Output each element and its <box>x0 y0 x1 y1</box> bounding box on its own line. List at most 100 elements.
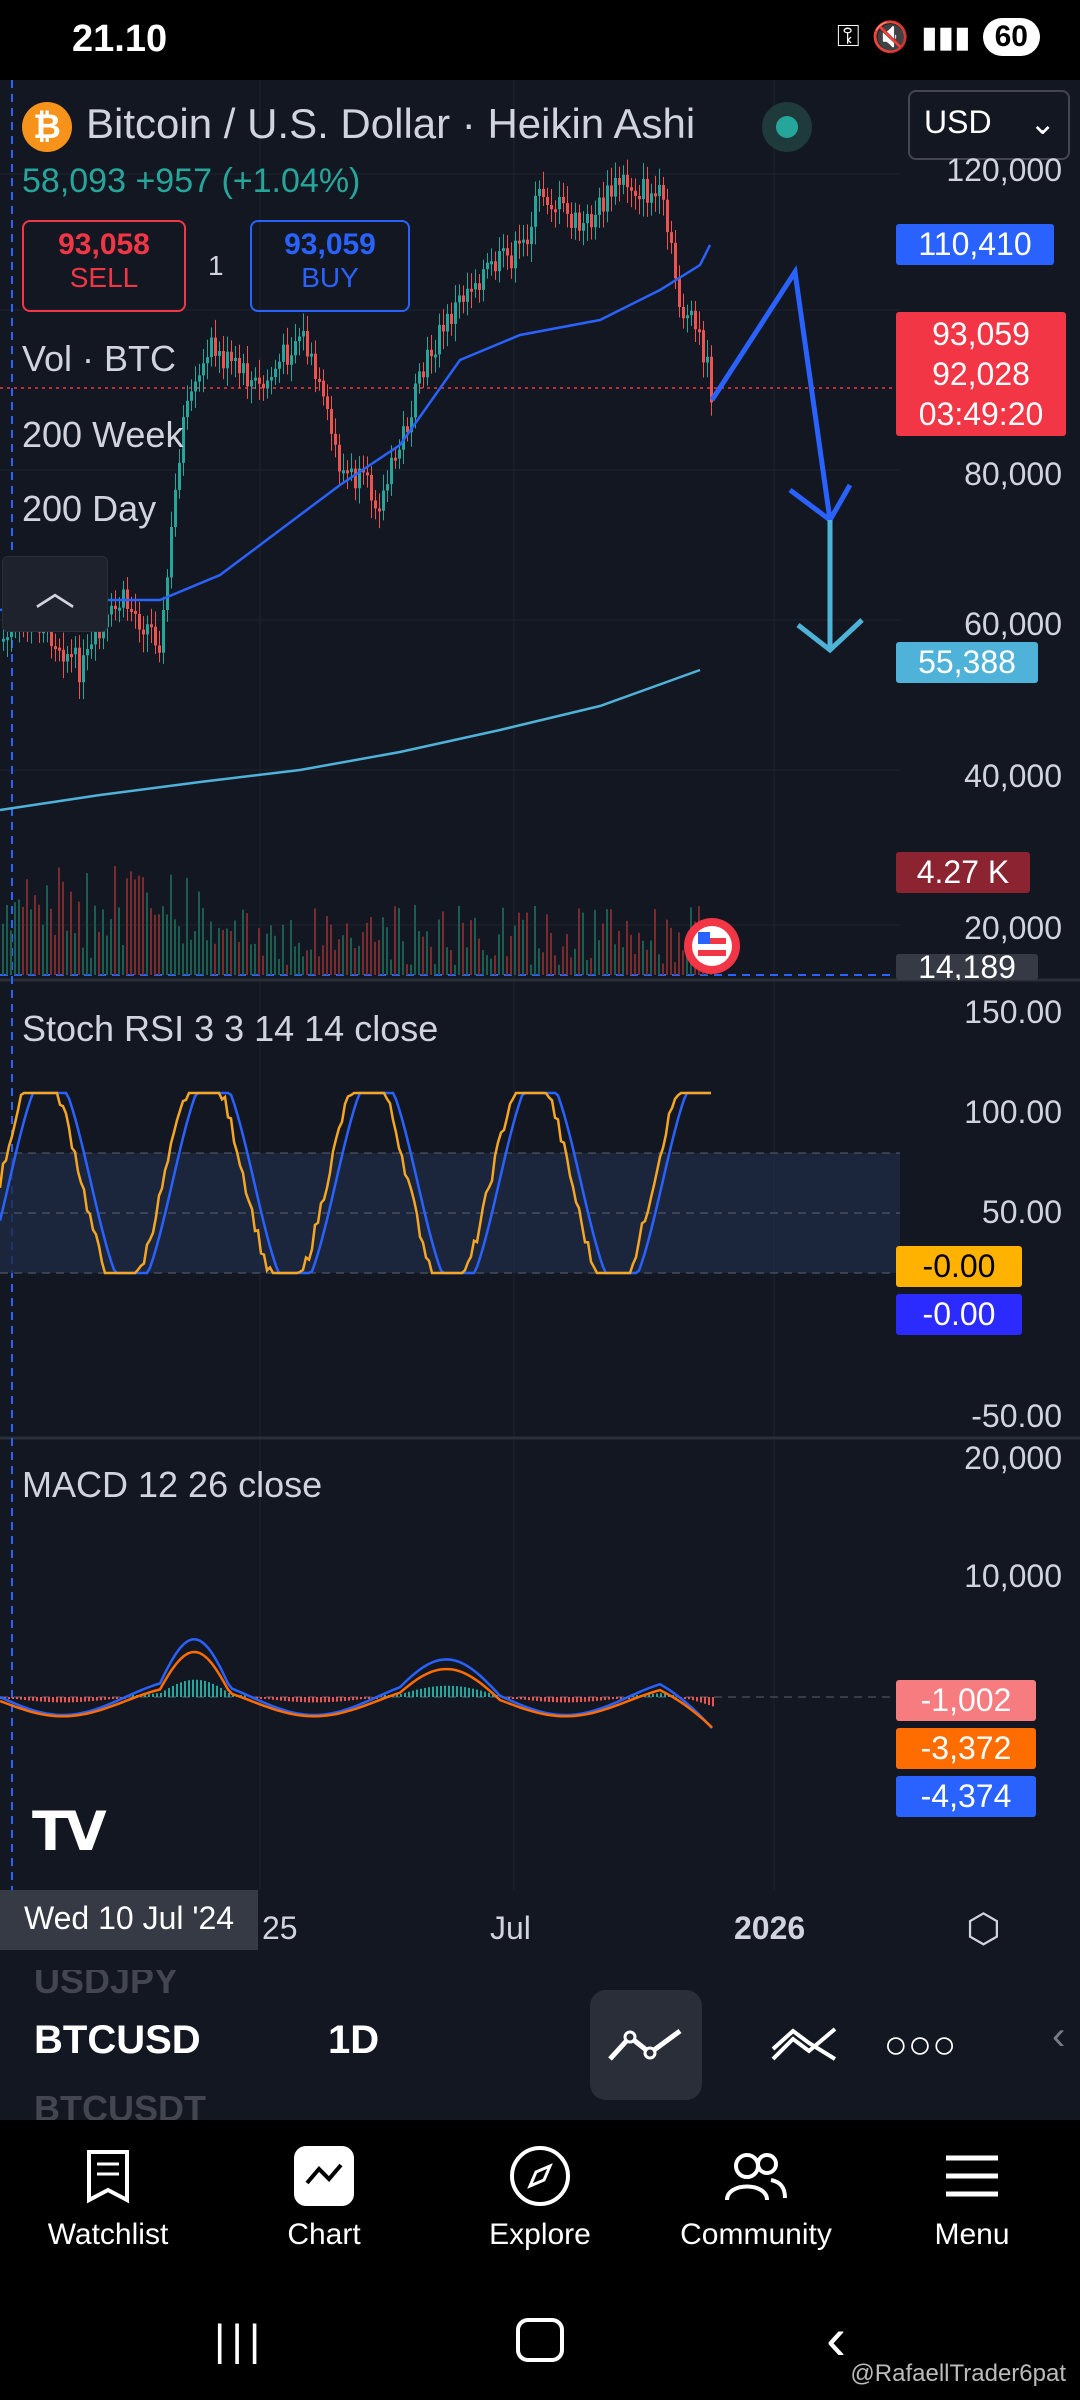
macd-title[interactable]: MACD 12 26 close <box>22 1464 322 1506</box>
chevron-up-icon: ︿ <box>35 570 75 614</box>
macd-hist-bar <box>652 1693 654 1697</box>
candle-body <box>286 344 289 365</box>
volume-bar <box>646 949 648 975</box>
stoch-rsi-title[interactable]: Stoch RSI 3 3 14 14 close <box>22 1008 438 1050</box>
macd-hist-bar <box>320 1697 322 1703</box>
nav-explore[interactable]: Explore <box>432 2140 648 2252</box>
buy-button[interactable]: 93,059 BUY <box>250 220 410 312</box>
volume-bar <box>190 939 192 975</box>
macd-hist-bar <box>612 1697 614 1700</box>
nav-chart[interactable]: Chart <box>216 2140 432 2252</box>
volume-bar <box>294 946 296 975</box>
volume-bar <box>54 934 56 975</box>
price-axis-label: 40,000 <box>964 758 1062 794</box>
candle-body <box>142 629 145 635</box>
macd-hist-bar <box>404 1692 406 1697</box>
candle-body <box>518 240 521 244</box>
chart-type-button[interactable] <box>590 1990 702 2100</box>
volume-bar <box>138 875 140 975</box>
volume-bar <box>626 920 628 975</box>
nav-community[interactable]: Community <box>648 2140 864 2252</box>
volume-bar <box>310 949 312 975</box>
macd-hist-bar <box>228 1692 230 1697</box>
symbol-prev[interactable]: USDJPY <box>34 1970 178 2002</box>
candle-body <box>118 607 121 611</box>
settings-hex-icon[interactable]: ⬡ <box>966 1906 1001 1952</box>
macd-hist-bar <box>368 1697 370 1699</box>
macd-hist-bar <box>208 1682 210 1697</box>
nav-menu[interactable]: Menu <box>864 2140 1080 2252</box>
last-price-tag: 93,059 92,028 03:49:20 <box>896 312 1066 436</box>
us-event-marker[interactable] <box>684 918 740 974</box>
chart-area[interactable]: ₿ Bitcoin / U.S. Dollar · Heikin Ashi US… <box>0 80 1080 1970</box>
symbol-next[interactable]: BTCUSDT <box>34 2088 206 2120</box>
candle-body <box>534 195 537 227</box>
macd-hist-bar <box>600 1697 602 1701</box>
macd-hist-bar <box>544 1697 546 1702</box>
macd-hist-bar <box>24 1697 26 1701</box>
macd-hist-bar <box>712 1697 714 1707</box>
volume-bar <box>526 912 528 975</box>
candle-body <box>390 457 393 485</box>
candle-body <box>606 185 609 212</box>
date-cursor-label: Wed 10 Jul '24 <box>0 1890 259 1950</box>
collapse-legend-button[interactable]: ︿ <box>2 556 108 632</box>
legend-ma-200-week[interactable]: 200 Week <box>22 414 183 456</box>
candle-body <box>674 242 677 279</box>
macd-hist-bar <box>296 1697 298 1702</box>
volume-bar <box>78 901 80 975</box>
macd-hist-bar <box>656 1693 658 1697</box>
candle-body <box>398 449 401 459</box>
macd-hist-bar <box>516 1697 518 1699</box>
macd-hist-bar <box>184 1681 186 1697</box>
volume-bar <box>66 930 68 975</box>
indicators-button[interactable] <box>748 1990 860 2100</box>
nav-watchlist[interactable]: Watchlist <box>0 2140 216 2252</box>
volume-bar <box>386 927 388 975</box>
candle-body <box>202 363 205 376</box>
community-icon <box>648 2140 864 2212</box>
volume-bar <box>30 909 32 975</box>
macd-hist-bar <box>40 1697 42 1702</box>
currency-select[interactable]: USD ⌄ <box>908 90 1070 160</box>
home-button[interactable] <box>516 2318 564 2362</box>
macd-hist-bar <box>36 1697 38 1702</box>
candle-body <box>282 344 285 362</box>
candle-body <box>294 341 297 356</box>
compass-icon <box>432 2140 648 2212</box>
macd-hist-bar <box>220 1687 222 1697</box>
volume-bar <box>110 919 112 975</box>
volume-bar <box>34 895 36 975</box>
macd-hist-bar <box>204 1680 206 1697</box>
legend-ma-200-day[interactable]: 200 Day <box>22 488 156 530</box>
volume-bar <box>266 933 268 975</box>
volume-bar <box>514 925 516 975</box>
symbol-selector[interactable]: BTCUSD <box>34 2018 201 2063</box>
candle-body <box>154 626 157 646</box>
candle-body <box>242 363 245 374</box>
legend-volume[interactable]: Vol · BTC <box>22 338 176 380</box>
volume-bar <box>22 906 24 975</box>
scroll-left-icon[interactable]: ‹ <box>1052 2014 1065 2059</box>
macd-hist-bar <box>16 1697 18 1700</box>
candle-body <box>246 363 249 387</box>
symbol-title[interactable]: Bitcoin / U.S. Dollar · Heikin Ashi <box>86 100 695 148</box>
macd-hist-bar <box>180 1682 182 1697</box>
recent-apps-button[interactable]: ||| <box>214 2316 266 2366</box>
candle-body <box>162 610 165 653</box>
back-button[interactable]: ‹ <box>826 2304 846 2373</box>
candle-body <box>638 195 641 200</box>
macd-signal-line <box>0 1650 713 1729</box>
candle-body <box>546 196 549 205</box>
interval-selector[interactable]: 1D <box>328 2018 379 2063</box>
sell-button[interactable]: 93,058 SELL <box>22 220 186 312</box>
volume-bar <box>274 935 276 975</box>
candle-body <box>610 185 613 197</box>
macd-hist-bar <box>312 1697 314 1703</box>
candle-body <box>650 193 653 203</box>
macd-hist-bar <box>440 1685 442 1697</box>
macd-hist-bar <box>604 1697 606 1701</box>
more-button[interactable]: ○○○ <box>864 1990 976 2100</box>
candle-body <box>430 349 433 357</box>
volume-bar <box>334 949 336 975</box>
